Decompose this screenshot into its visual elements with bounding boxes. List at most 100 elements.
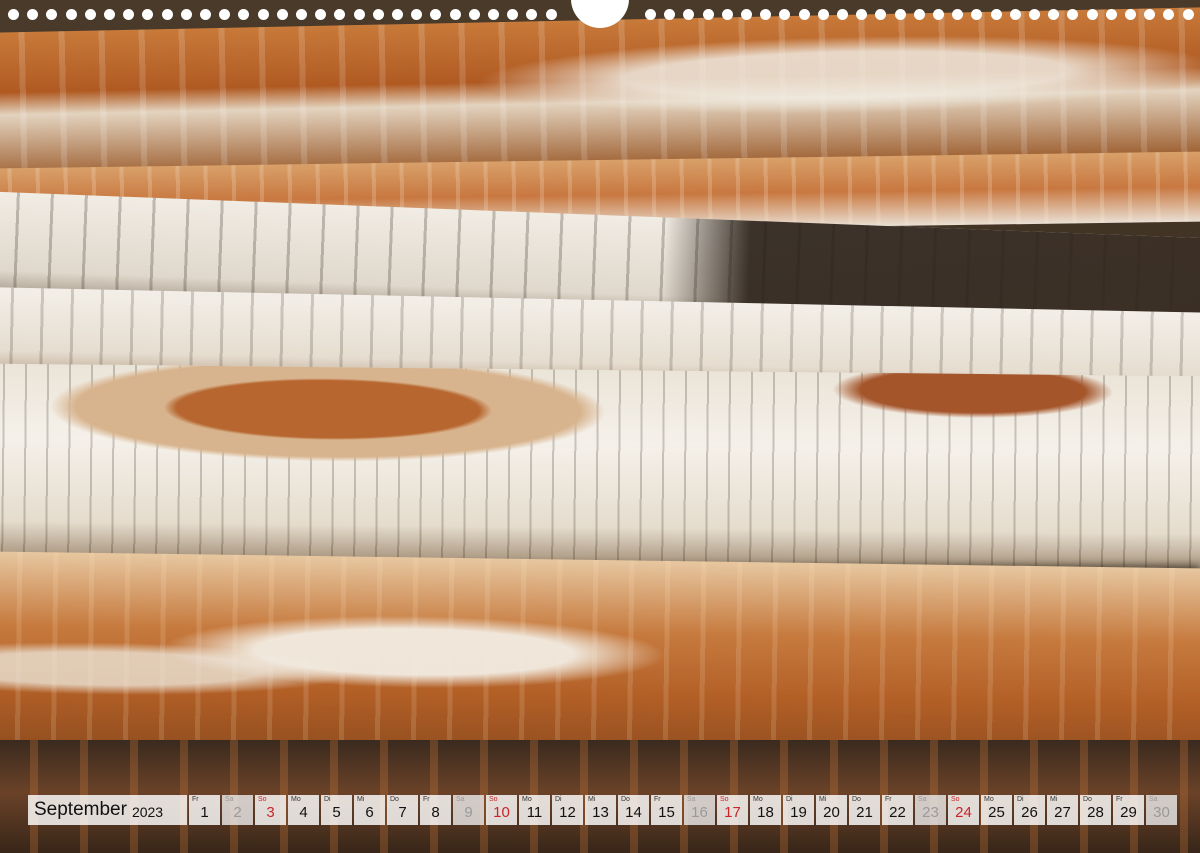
binding-hole — [276, 9, 288, 20]
weekday-label: So — [489, 796, 498, 803]
day-number: 9 — [464, 804, 473, 821]
day-number: 23 — [922, 804, 939, 821]
binding-hole — [817, 9, 829, 20]
binding-hole — [779, 9, 791, 20]
binding-hole — [702, 9, 714, 20]
weekday-label: Sa — [918, 796, 927, 803]
binding-hole — [760, 9, 772, 20]
binding-hole — [46, 9, 58, 20]
binding-hole — [990, 9, 1002, 20]
day-cell: Fr 8 — [420, 795, 451, 825]
binding-hole — [837, 9, 848, 20]
day-cell: Mo 4 — [288, 795, 319, 825]
binding-hole — [180, 9, 192, 20]
binding-hole — [1086, 9, 1098, 20]
day-cell: Mi 6 — [354, 795, 385, 825]
month-name: September — [34, 799, 127, 820]
binding-hole — [721, 9, 733, 20]
weekday-label: Mi — [819, 796, 827, 803]
weekday-label: So — [951, 796, 960, 803]
binding-hole — [315, 9, 327, 20]
day-number: 19 — [790, 804, 807, 821]
weekday-label: So — [720, 796, 729, 803]
day-number: 16 — [691, 804, 708, 821]
binding-hole — [430, 9, 442, 20]
day-number: 24 — [955, 804, 972, 821]
day-number: 8 — [431, 804, 440, 821]
day-number: 13 — [592, 804, 609, 821]
binding-hole — [334, 9, 346, 20]
weekday-label: Mo — [984, 796, 994, 803]
binding-hole — [971, 9, 983, 20]
day-number: 27 — [1054, 804, 1071, 821]
day-cell: Sa 9 — [453, 795, 484, 825]
binding-hole — [875, 9, 887, 20]
day-number: 11 — [526, 804, 543, 821]
day-number: 15 — [658, 804, 675, 821]
day-cell: Sa 2 — [222, 795, 253, 825]
day-cell: Fr 1 — [189, 795, 220, 825]
log-fifth — [0, 363, 1200, 587]
day-cell: Sa 30 — [1146, 795, 1177, 825]
day-number: 1 — [200, 804, 209, 821]
day-number: 6 — [365, 804, 374, 821]
spiral-binding — [0, 0, 1200, 32]
day-cell: So 24 — [948, 795, 979, 825]
day-cell: Sa 23 — [915, 795, 946, 825]
weekday-label: Sa — [456, 796, 465, 803]
day-number: 30 — [1153, 804, 1170, 821]
binding-hole — [65, 9, 77, 20]
day-cell: So 10 — [486, 795, 517, 825]
weekday-label: Fr — [192, 796, 199, 803]
day-cell: So 3 — [255, 795, 286, 825]
day-number: 29 — [1120, 804, 1137, 821]
day-number: 10 — [493, 804, 510, 821]
day-cell: So 17 — [717, 795, 748, 825]
binding-hole — [27, 9, 39, 20]
weekday-label: So — [258, 796, 267, 803]
year: 2023 — [131, 803, 164, 820]
binding-hole — [8, 9, 19, 20]
binding-hole — [798, 9, 810, 20]
weekday-label: Fr — [654, 796, 661, 803]
day-cell: Do 21 — [849, 795, 880, 825]
binding-hole — [449, 9, 461, 20]
weekday-label: Do — [390, 796, 399, 803]
weekday-label: Mo — [291, 796, 301, 803]
day-cell: Mi 20 — [816, 795, 847, 825]
day-cell: Di 26 — [1014, 795, 1045, 825]
day-cell: Fr 15 — [651, 795, 682, 825]
weekday-label: Fr — [423, 796, 430, 803]
day-cell: Sa 16 — [684, 795, 715, 825]
month-label: September 2023 — [28, 795, 187, 825]
day-number: 25 — [988, 804, 1005, 821]
day-number: 28 — [1087, 804, 1104, 821]
day-cell: Di 5 — [321, 795, 352, 825]
weekday-label: Di — [786, 796, 793, 803]
binding-hole — [219, 9, 231, 20]
binding-hole — [1163, 9, 1175, 20]
binding-hole — [1067, 9, 1079, 20]
calendar-strip: September 2023 Fr 1 Sa 2 So 3 Mo 4 Di 5 Mi 6 Do 7 Fr 8 S… — [28, 795, 1177, 825]
binding-hole — [526, 9, 538, 20]
binding-hole — [488, 9, 499, 20]
day-number: 26 — [1021, 804, 1038, 821]
day-number: 21 — [856, 804, 873, 821]
binding-hole — [1029, 9, 1040, 20]
binding-hole — [933, 9, 944, 20]
binding-hole — [1182, 9, 1194, 20]
weekday-label: Mo — [753, 796, 763, 803]
binding-hole — [741, 9, 752, 20]
binding-hole — [894, 9, 906, 20]
binding-hole — [84, 9, 96, 20]
day-cell: Fr 22 — [882, 795, 913, 825]
day-cell: Mo 25 — [981, 795, 1012, 825]
day-cell: Fr 29 — [1113, 795, 1144, 825]
weekday-label: Mi — [588, 796, 596, 803]
weekday-label: Mo — [522, 796, 532, 803]
weekday-label: Sa — [225, 796, 234, 803]
binding-hole — [123, 9, 135, 20]
binding-hole — [1144, 9, 1156, 20]
binding-hole — [238, 9, 250, 20]
binding-hole — [1125, 9, 1136, 20]
